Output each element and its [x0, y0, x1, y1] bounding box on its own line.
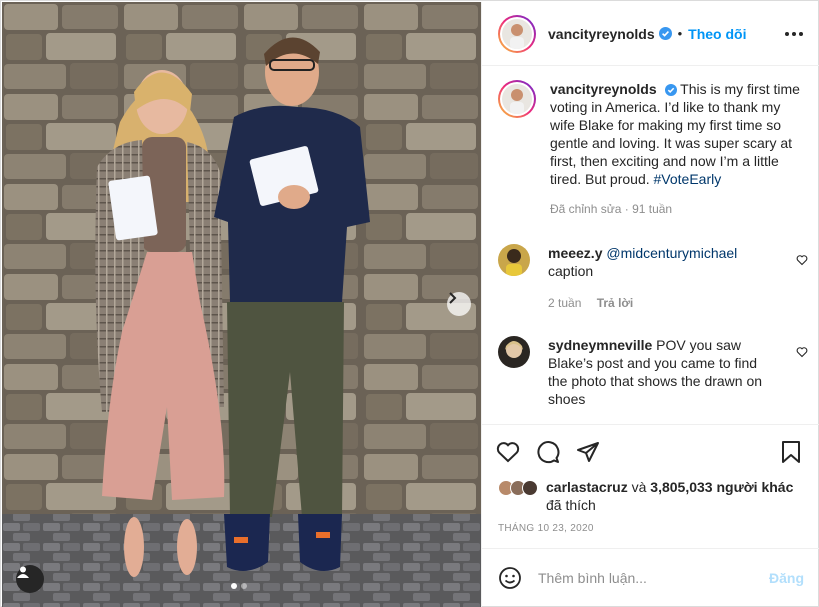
comment-like-heart-icon[interactable]	[796, 346, 808, 358]
post-comment-button[interactable]: Đăng	[769, 570, 804, 586]
post-side-panel: vancityreynolds • Theo dõi vancityreynol…	[481, 2, 819, 607]
caption-meta: Đã chỉnh sửa · 91 tuần	[550, 202, 673, 216]
liker-avatar	[522, 480, 538, 496]
comment-age: 2 tuần	[548, 296, 582, 310]
liker-username[interactable]: carlastacruz	[546, 479, 628, 495]
comment-icon	[537, 440, 560, 463]
carousel-next-button[interactable]	[447, 292, 471, 316]
commenter-avatar[interactable]	[498, 244, 530, 276]
verified-badge-icon	[658, 27, 672, 40]
post-dialog: vancityreynolds • Theo dõi vancityreynol…	[0, 0, 819, 607]
avatar-picture	[502, 84, 532, 114]
likes-text: carlastacruz và 3,805,033 người khác đã …	[546, 478, 808, 514]
commenter-username[interactable]: meeez.y	[548, 245, 602, 261]
caption-username[interactable]: vancityreynolds	[550, 81, 657, 97]
commenter-avatar[interactable]	[498, 336, 530, 368]
comment-button[interactable]	[536, 440, 560, 464]
comment-text: caption	[548, 263, 594, 279]
likes-count[interactable]: 3,805,033 người khác	[650, 479, 793, 495]
like-button[interactable]	[496, 440, 520, 464]
caption-hashtag[interactable]: #VoteEarly	[654, 171, 722, 187]
carousel-dot-active	[231, 583, 237, 589]
more-options-icon	[785, 31, 803, 36]
photo-illustration	[2, 2, 481, 607]
reply-button[interactable]: Trả lời	[597, 296, 634, 310]
comment-item: meeez.y @midcenturymichael caption 2 tuầ…	[498, 244, 808, 312]
author-avatar[interactable]	[498, 14, 536, 53]
carousel-indicator	[231, 583, 247, 589]
bookmark-icon	[782, 440, 800, 463]
avatar-picture	[498, 244, 530, 276]
comments-area[interactable]: vancityreynolds This is my first time vo…	[482, 66, 819, 423]
comment-item: sydneymneville POV you saw Blake’s post …	[498, 336, 808, 408]
avatar-image	[502, 84, 532, 114]
liker-avatars	[498, 480, 538, 514]
post-actions	[482, 424, 819, 478]
likes-summary: carlastacruz và 3,805,033 người khác đã …	[498, 478, 808, 514]
share-icon	[577, 441, 599, 462]
heart-icon	[496, 441, 520, 462]
user-tag-icon	[17, 566, 29, 578]
likes-connector: và	[631, 479, 647, 495]
caption-author-avatar[interactable]	[498, 80, 536, 118]
comment-meta: 2 tuần Trả lời	[548, 294, 776, 312]
likes-suffix: đã thích	[546, 497, 596, 513]
comment-mention[interactable]: @midcenturymichael	[606, 245, 737, 261]
header-separator: •	[677, 26, 683, 41]
post-header: vancityreynolds • Theo dõi	[482, 2, 819, 66]
add-comment-bar: Đăng	[482, 548, 819, 607]
post-photo[interactable]	[2, 2, 481, 607]
follow-button[interactable]: Theo dõi	[688, 26, 746, 42]
commenter-username[interactable]: sydneymneville	[548, 337, 652, 353]
user-tag-button[interactable]	[16, 565, 44, 593]
caption: vancityreynolds This is my first time vo…	[550, 80, 802, 218]
comment-body: meeez.y @midcenturymichael caption 2 tuầ…	[548, 244, 776, 312]
avatar-picture	[502, 18, 532, 49]
avatar-picture	[498, 336, 530, 368]
chevron-right-icon	[449, 292, 457, 304]
avatar-inner	[500, 16, 534, 51]
comment-body: sydneymneville POV you saw Blake’s post …	[548, 336, 776, 408]
comment-input[interactable]	[538, 570, 769, 586]
emoji-button[interactable]	[498, 566, 522, 590]
author-username[interactable]: vancityreynolds	[548, 26, 655, 42]
share-button[interactable]	[576, 440, 600, 464]
post-date[interactable]: THÁNG 10 23, 2020	[498, 523, 594, 534]
verified-badge-icon	[664, 84, 677, 97]
emoji-icon	[499, 567, 521, 589]
carousel-dot	[241, 583, 247, 589]
comment-like-heart-icon[interactable]	[796, 254, 808, 266]
avatar-inner	[500, 82, 534, 116]
more-options-button[interactable]	[785, 31, 803, 36]
caption-row: vancityreynolds This is my first time vo…	[498, 80, 804, 218]
avatar-image	[502, 18, 532, 49]
save-button[interactable]	[780, 440, 802, 464]
